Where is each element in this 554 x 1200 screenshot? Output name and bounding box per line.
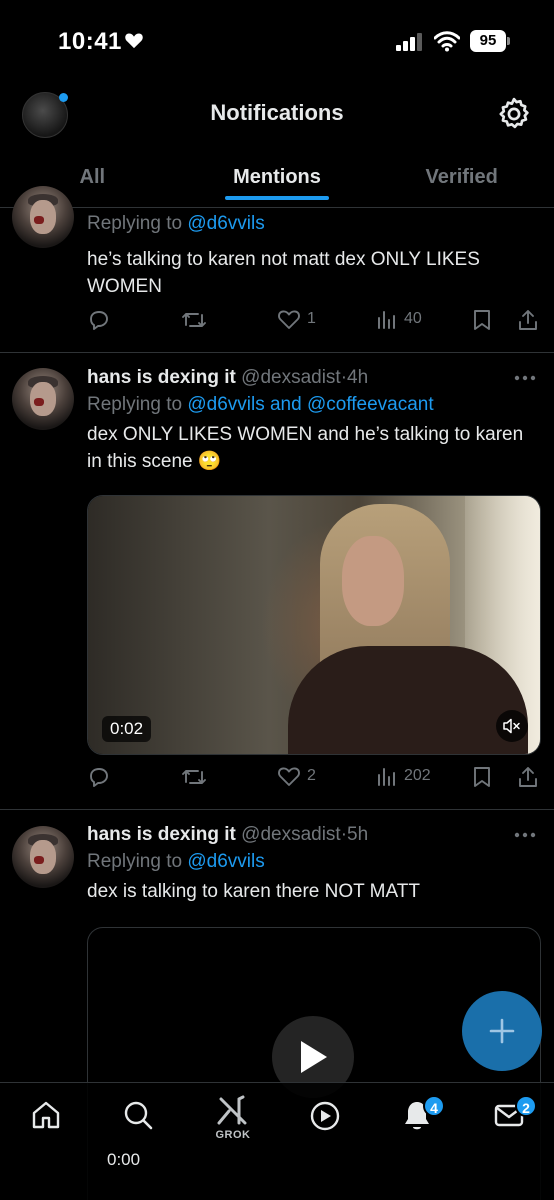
heart-icon (125, 33, 143, 49)
video-timestamp: 0:02 (102, 716, 152, 742)
reply-icon (90, 311, 108, 330)
views-icon (378, 768, 395, 786)
compose-button[interactable] (462, 991, 542, 1071)
view-count: 40 (404, 310, 422, 327)
mute-button[interactable] (496, 710, 528, 742)
wifi-icon (434, 31, 460, 52)
reply-button[interactable] (87, 308, 111, 332)
more-icon[interactable] (514, 375, 536, 381)
grok-label: GROK (215, 1129, 251, 1141)
tweet-meta: hans is dexing it @dexsadist·4h (87, 365, 542, 391)
like-count: 1 (307, 310, 316, 327)
bookmark-button[interactable] (472, 765, 492, 789)
grok-icon (217, 1095, 247, 1125)
video-frame (88, 496, 540, 754)
page-title: Notifications (210, 100, 344, 125)
tweet-text: he’s talking to karen not matt dex ONLY … (87, 249, 480, 297)
video-icon (310, 1101, 340, 1131)
tab-mentions[interactable]: Mentions (185, 148, 370, 206)
retweet-button[interactable] (181, 308, 207, 332)
mention-link[interactable]: @d6vvils and @coffeevacant (187, 394, 433, 415)
battery-level: 95 (470, 30, 506, 52)
video-timestamp: 0:00 (107, 1150, 141, 1169)
retweet-icon (182, 313, 206, 327)
author-avatar[interactable] (12, 826, 74, 888)
search-icon (124, 1101, 153, 1130)
mute-icon (503, 718, 520, 734)
bookmark-button[interactable] (472, 308, 492, 332)
more-icon[interactable] (514, 832, 536, 838)
author-name[interactable]: hans is dexing it (87, 824, 236, 845)
share-button[interactable] (517, 308, 539, 332)
nav-home[interactable] (30, 1099, 62, 1136)
video-player[interactable]: 0:02 (87, 495, 541, 755)
status-bar: 10:41 95 (0, 0, 554, 84)
tweet-time: ·5h (340, 824, 369, 845)
bottom-navigation: GROK 4 2 (0, 1082, 554, 1200)
views-button[interactable]: 202 (376, 765, 431, 787)
views-button[interactable]: 40 (376, 308, 422, 330)
play-icon (301, 1041, 327, 1073)
tweet-actions: 2 202 (87, 765, 542, 795)
nav-grok[interactable]: GROK (213, 1095, 253, 1143)
tweet-time: ·4h (340, 367, 369, 388)
active-tab-indicator (225, 196, 329, 200)
view-count: 202 (404, 767, 431, 784)
mention-link[interactable]: @d6vvils (187, 851, 264, 872)
author-handle[interactable]: @dexsadist (241, 367, 341, 388)
like-button[interactable]: 2 (277, 765, 316, 787)
author-name[interactable]: hans is dexing it (87, 367, 236, 388)
reply-icon (90, 768, 108, 787)
bookmark-icon (474, 767, 490, 787)
author-avatar[interactable] (12, 186, 74, 248)
tweet[interactable]: Replying to @d6vvils he’s talking to kar… (0, 186, 554, 353)
replying-to: Replying to @d6vvils (87, 851, 265, 872)
author-handle[interactable]: @dexsadist (241, 824, 341, 845)
status-time: 10:41 (58, 28, 122, 55)
notifications-badge: 4 (423, 1095, 445, 1117)
battery-indicator: 95 (470, 30, 510, 52)
messages-badge: 2 (515, 1095, 537, 1117)
like-count: 2 (307, 767, 316, 784)
notification-tabs: All Mentions Verified (0, 148, 554, 206)
retweet-button[interactable] (181, 765, 207, 789)
views-icon (378, 311, 395, 329)
tweet-text: dex ONLY LIKES WOMEN and he’s talking to… (87, 424, 524, 472)
tab-verified[interactable]: Verified (369, 148, 554, 206)
replying-to: Replying to @d6vvils and @coffeevacant (87, 394, 434, 415)
nav-notifications[interactable]: 4 (401, 1095, 445, 1138)
signal-icon (396, 33, 422, 51)
nav-video[interactable] (308, 1099, 342, 1138)
share-icon (519, 767, 537, 787)
tweet-actions: 1 40 (87, 308, 542, 338)
replying-to: Replying to @d6vvils (87, 213, 265, 234)
bookmark-icon (474, 310, 490, 330)
like-icon (278, 767, 300, 786)
nav-search[interactable] (122, 1099, 154, 1136)
notifications-header: Notifications All Mentions Verified (0, 84, 554, 208)
share-button[interactable] (517, 765, 539, 789)
mention-link[interactable]: @d6vvils (187, 213, 264, 234)
like-icon (278, 310, 300, 329)
nav-messages[interactable]: 2 (493, 1095, 537, 1136)
author-avatar[interactable] (12, 368, 74, 430)
like-button[interactable]: 1 (277, 308, 316, 330)
compose-icon (489, 1018, 515, 1044)
tweet-text: dex is talking to karen there NOT MATT (87, 881, 420, 902)
settings-icon[interactable] (497, 97, 531, 131)
tweet-meta: hans is dexing it @dexsadist·5h (87, 822, 542, 848)
retweet-icon (182, 770, 206, 784)
reply-button[interactable] (87, 765, 111, 789)
share-icon (519, 310, 537, 330)
tweet[interactable]: hans is dexing it @dexsadist·4h Replying… (0, 353, 554, 810)
home-icon (32, 1101, 60, 1129)
